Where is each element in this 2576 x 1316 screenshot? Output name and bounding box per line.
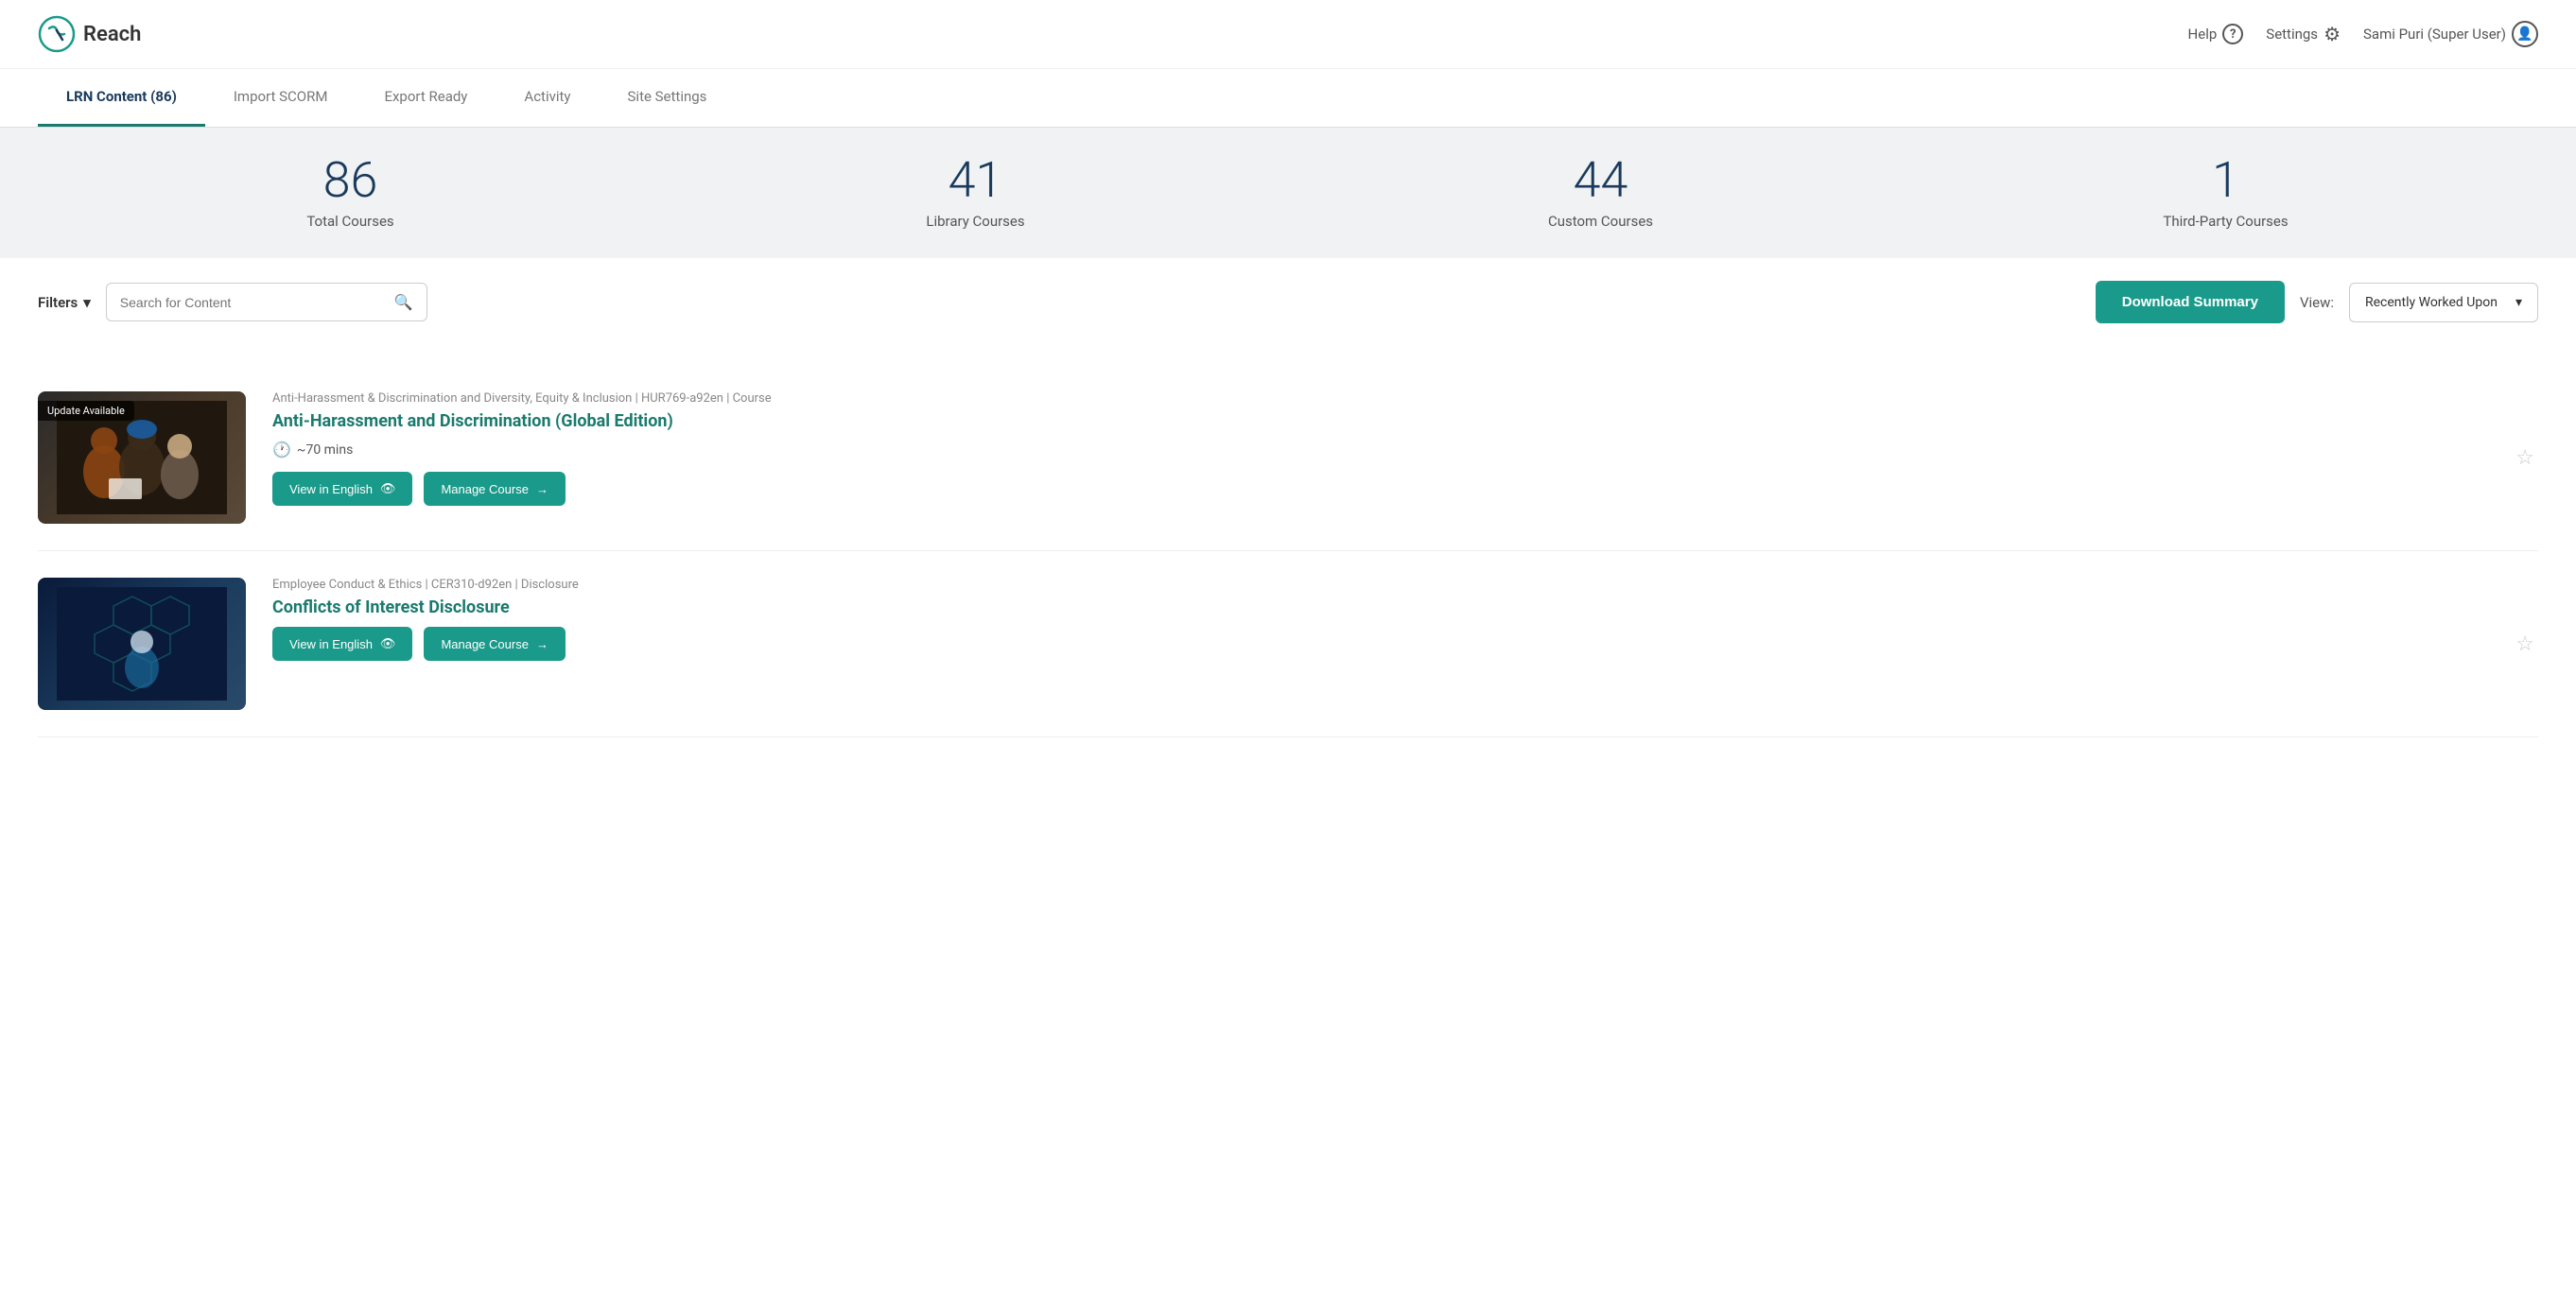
stat-third-party-courses: 1 Third-Party Courses: [1913, 156, 2538, 230]
filters-row: Filters ▾ 🔍 Download Summary View: Recen…: [0, 258, 2576, 346]
manage-course-button[interactable]: Manage Course →: [424, 627, 566, 661]
chevron-down-icon: ▾: [83, 294, 91, 311]
course-item: Employee Conduct & Ethics | CER310-d92en…: [38, 551, 2538, 737]
tab-lrn-content[interactable]: LRN Content (86): [38, 69, 205, 127]
course-actions: View in English 👁 Manage Course →: [272, 627, 2485, 661]
user-label: Sami Puri (Super User): [2363, 26, 2506, 43]
logo-area: Reach: [38, 15, 141, 53]
filters-label: Filters: [38, 294, 78, 311]
thumbnail-image: [57, 587, 227, 701]
tab-export-ready[interactable]: Export Ready: [356, 69, 496, 127]
arrow-right-icon: →: [536, 482, 548, 496]
filters-button[interactable]: Filters ▾: [38, 285, 91, 320]
tab-import-scorm[interactable]: Import SCORM: [205, 69, 357, 127]
help-label: Help: [2188, 26, 2218, 43]
arrow-right-icon: →: [536, 637, 548, 651]
course-list: Update Available Anti-Harassment & Discr…: [0, 346, 2576, 756]
header-right: Help ? Settings ⚙ Sami Puri (Super User)…: [2188, 21, 2538, 47]
custom-courses-label: Custom Courses: [1288, 213, 1913, 230]
total-courses-number: 86: [38, 156, 663, 205]
stat-total-courses: 86 Total Courses: [38, 156, 663, 230]
manage-course-label: Manage Course: [441, 637, 529, 651]
course-thumbnail: Update Available: [38, 391, 246, 524]
view-english-label: View in English: [289, 482, 373, 496]
course-meta: Employee Conduct & Ethics | CER310-d92en…: [272, 578, 2485, 592]
manage-course-label: Manage Course: [441, 482, 529, 496]
view-english-label: View in English: [289, 637, 373, 651]
update-badge: Update Available: [38, 401, 134, 421]
view-selected-label: Recently Worked Upon: [2365, 295, 2498, 310]
total-courses-label: Total Courses: [38, 213, 663, 230]
view-in-english-button[interactable]: View in English 👁: [272, 627, 412, 661]
third-party-number: 1: [1913, 156, 2538, 205]
favorite-button[interactable]: ☆: [2512, 445, 2538, 470]
help-link[interactable]: Help ?: [2188, 24, 2244, 44]
course-item: Update Available Anti-Harassment & Discr…: [38, 365, 2538, 551]
course-title: Conflicts of Interest Disclosure: [272, 597, 2485, 617]
stat-library-courses: 41 Library Courses: [663, 156, 1288, 230]
logo-text: Reach: [83, 23, 141, 46]
help-icon: ?: [2222, 24, 2243, 44]
chevron-down-icon: ▾: [2515, 295, 2522, 310]
duration-text: ~70 mins: [297, 442, 353, 458]
manage-course-button[interactable]: Manage Course →: [424, 472, 566, 506]
tabs-nav: LRN Content (86) Import SCORM Export Rea…: [0, 69, 2576, 128]
header: Reach Help ? Settings ⚙ Sami Puri (Super…: [0, 0, 2576, 69]
course-duration: 🕐 ~70 mins: [272, 441, 2485, 459]
search-box[interactable]: 🔍: [106, 283, 427, 321]
course-actions: View in English 👁 Manage Course →: [272, 472, 2485, 506]
course-info: Employee Conduct & Ethics | CER310-d92en…: [272, 578, 2485, 661]
search-icon: 🔍: [394, 293, 413, 311]
eye-icon: 👁: [380, 636, 396, 651]
course-thumbnail: [38, 578, 246, 710]
third-party-label: Third-Party Courses: [1913, 213, 2538, 230]
settings-label: Settings: [2266, 26, 2318, 43]
search-input[interactable]: [120, 295, 387, 310]
eye-icon: 👁: [380, 481, 396, 496]
tab-activity[interactable]: Activity: [496, 69, 599, 127]
course-title: Anti-Harassment and Discrimination (Glob…: [272, 411, 2485, 431]
favorite-button[interactable]: ☆: [2512, 632, 2538, 656]
custom-courses-number: 44: [1288, 156, 1913, 205]
clock-icon: 🕐: [272, 441, 291, 459]
library-courses-number: 41: [663, 156, 1288, 205]
course-meta: Anti-Harassment & Discrimination and Div…: [272, 391, 2485, 406]
view-label: View:: [2300, 294, 2334, 311]
view-in-english-button[interactable]: View in English 👁: [272, 472, 412, 506]
gear-icon: ⚙: [2324, 23, 2341, 45]
view-select[interactable]: Recently Worked Upon ▾: [2349, 283, 2538, 322]
user-icon: 👤: [2512, 21, 2538, 47]
user-menu[interactable]: Sami Puri (Super User) 👤: [2363, 21, 2538, 47]
download-summary-button[interactable]: Download Summary: [2096, 281, 2285, 323]
stats-bar: 86 Total Courses 41 Library Courses 44 C…: [0, 128, 2576, 258]
course-info: Anti-Harassment & Discrimination and Div…: [272, 391, 2485, 506]
tab-site-settings[interactable]: Site Settings: [600, 69, 736, 127]
library-courses-label: Library Courses: [663, 213, 1288, 230]
stat-custom-courses: 44 Custom Courses: [1288, 156, 1913, 230]
settings-link[interactable]: Settings ⚙: [2266, 23, 2341, 45]
logo-icon: [38, 15, 76, 53]
